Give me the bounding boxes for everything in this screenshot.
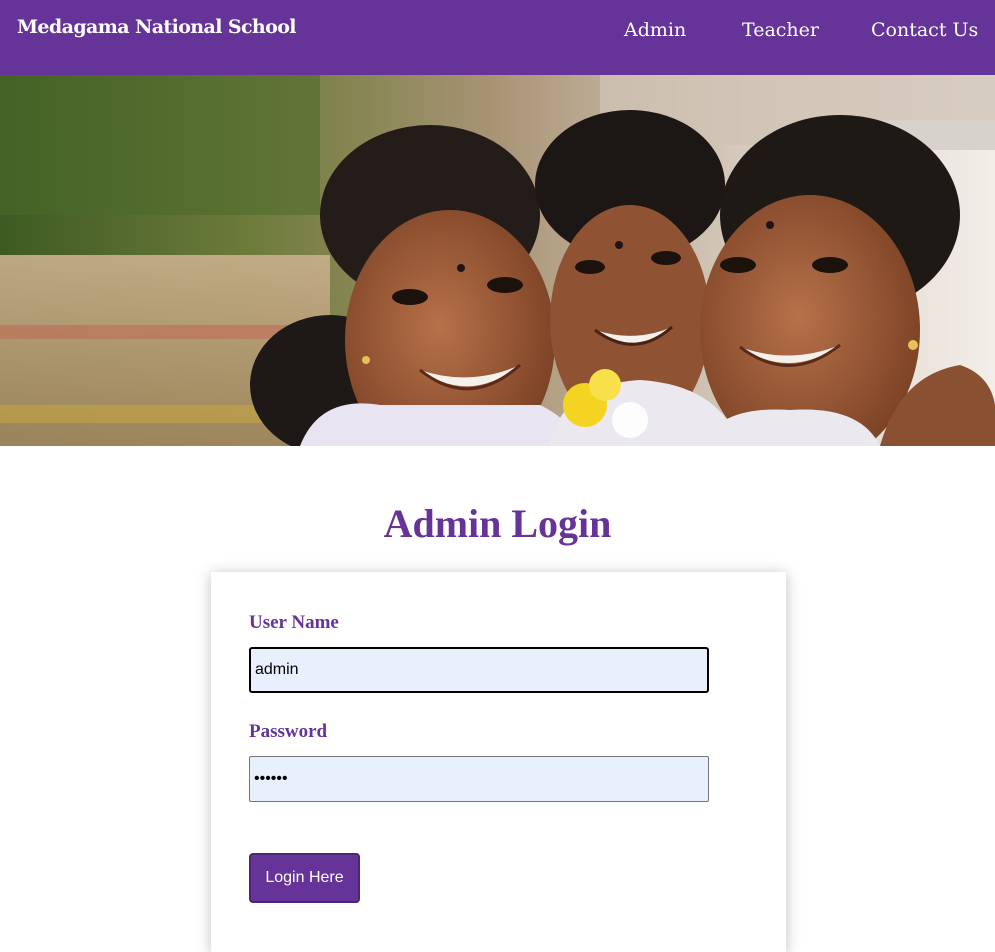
hero-photo-banner [0,75,995,446]
nav-link-admin[interactable]: Admin [624,19,686,41]
password-label: Password [249,721,328,742]
page-title: Admin Login [383,501,612,546]
nav-link-contact-us[interactable]: Contact Us [871,19,978,41]
password-input[interactable] [249,756,709,802]
school-brand-link[interactable]: Medagama National School [17,16,297,38]
hero-photo-illustration [0,75,995,446]
login-form-card: User Name Password Login Here [211,572,786,952]
username-input[interactable] [249,647,709,693]
username-label: User Name [249,612,339,633]
nav-link-teacher[interactable]: Teacher [742,19,819,41]
login-button[interactable]: Login Here [249,853,360,903]
top-navbar: Medagama National School Admin Teacher C… [0,0,995,75]
